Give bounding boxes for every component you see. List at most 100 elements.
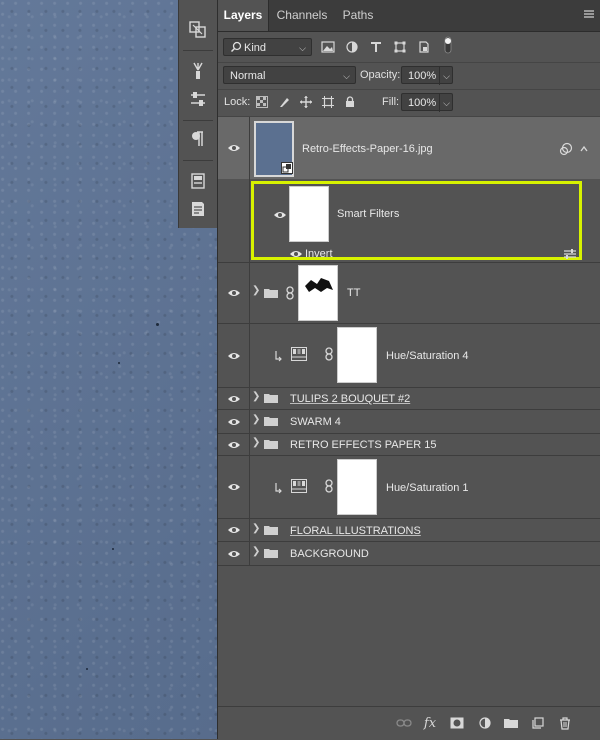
hue-saturation-icon[interactable] [291, 478, 307, 494]
visibility-eye-icon[interactable] [218, 519, 250, 541]
tab-layers[interactable]: Layers [218, 0, 269, 31]
layer-name[interactable]: TT [347, 287, 360, 299]
invert-filter-eye-icon[interactable] [288, 246, 304, 262]
panel-menu-icon[interactable] [583, 8, 595, 20]
eye-cell-empty [218, 179, 250, 262]
new-layer-icon[interactable] [530, 715, 546, 731]
new-adjustment-layer-icon[interactable] [477, 715, 493, 731]
smart-filter-mask-thumbnail[interactable] [289, 186, 329, 242]
smart-filters-eye-icon[interactable] [272, 207, 288, 223]
pixel-layer-filter-icon[interactable] [320, 39, 336, 55]
filter-row: Kind ⌵ [218, 32, 600, 63]
layer-hue-saturation-4[interactable]: Hue/Saturation 4 [218, 324, 600, 388]
tab-channels[interactable]: Channels [272, 0, 332, 31]
type-layer-filter-icon[interactable] [368, 39, 384, 55]
lock-all-icon[interactable] [342, 94, 358, 110]
notes-icon[interactable] [185, 196, 211, 222]
layers-bottom-bar: fx [218, 706, 600, 740]
properties-panel-icon[interactable] [185, 168, 211, 194]
layer-name[interactable]: TULIPS 2 BOUQUET #2 [290, 393, 410, 405]
layer-group-retro-effects-paper-15[interactable]: ❯ RETRO EFFECTS PAPER 15 [218, 434, 600, 456]
visibility-eye-icon[interactable] [218, 542, 250, 565]
tool-divider [183, 120, 213, 121]
smart-filters-label[interactable]: Smart Filters [337, 208, 399, 220]
layer-name[interactable]: RETRO EFFECTS PAPER 15 [290, 439, 437, 451]
fill-input[interactable]: 100% ⌵ [401, 93, 453, 112]
layer-name[interactable]: Hue/Saturation 1 [386, 482, 469, 494]
new-group-folder-icon[interactable] [503, 715, 519, 731]
visibility-eye-icon[interactable] [218, 263, 250, 323]
add-mask-icon[interactable] [449, 715, 465, 731]
blend-row: Normal ⌵ Opacity: 100% ⌵ [218, 63, 600, 90]
layer-name[interactable]: BACKGROUND [290, 548, 369, 560]
canvas-speck [112, 548, 114, 550]
filter-mask-link-icon [558, 141, 574, 157]
paragraph-icon[interactable] [185, 126, 211, 152]
folder-icon [264, 549, 278, 558]
layer-group-floral-illustrations[interactable]: ❯ FLORAL ILLUSTRATIONS [218, 519, 600, 542]
layer-tt[interactable]: ❯ TT [218, 263, 600, 324]
smart-filters-group: Smart Filters Invert [218, 179, 600, 263]
layer-mask-thumbnail[interactable] [337, 327, 377, 383]
filter-toggle-icon[interactable] [440, 36, 456, 54]
lock-position-icon[interactable] [298, 94, 314, 110]
link-layers-icon[interactable] [396, 715, 412, 731]
visibility-eye-icon[interactable] [218, 388, 250, 409]
lock-row: Lock: Fill: 100% ⌵ [218, 90, 600, 117]
layer-name[interactable]: Retro-Effects-Paper-16.jpg [302, 143, 433, 155]
invert-filter-label[interactable]: Invert [305, 248, 333, 260]
visibility-eye-icon[interactable] [218, 117, 250, 179]
opacity-value: 100% [408, 70, 437, 82]
lock-transparent-pixels-icon[interactable] [254, 94, 270, 110]
layer-group-tulips-2-bouquet-2[interactable]: ❯ TULIPS 2 BOUQUET #2 [218, 388, 600, 410]
layer-group-background[interactable]: ❯ BACKGROUND [218, 542, 600, 566]
folder-icon [264, 289, 278, 298]
filter-blending-options-icon[interactable] [562, 246, 578, 262]
clipping-mask-arrow-icon [270, 480, 286, 496]
adjustment-layer-filter-icon[interactable] [344, 39, 360, 55]
blend-mode-value: Normal [230, 70, 266, 82]
layer-style-fx-button[interactable]: fx [422, 715, 438, 731]
shape-layer-filter-icon[interactable] [392, 39, 408, 55]
layer-name[interactable]: SWARM 4 [290, 416, 341, 428]
visibility-eye-icon[interactable] [218, 324, 250, 387]
link-icon[interactable] [282, 285, 298, 301]
opacity-input[interactable]: 100% ⌵ [401, 66, 453, 85]
lock-artboard-icon[interactable] [320, 94, 336, 110]
adjustment-sliders-icon[interactable] [185, 86, 211, 112]
layer-mask-thumbnail[interactable] [337, 459, 377, 515]
link-icon[interactable] [321, 346, 337, 362]
layer-name[interactable]: FLORAL ILLUSTRATIONS [290, 525, 421, 537]
filter-kind-label: Kind [244, 42, 267, 54]
visibility-eye-icon[interactable] [218, 456, 250, 518]
layer-mask-thumbnail[interactable] [298, 265, 338, 321]
visibility-eye-icon[interactable] [218, 434, 250, 455]
delete-layer-trash-icon[interactable] [557, 715, 573, 731]
panel-tabs: Layers Channels Paths [218, 0, 600, 32]
expand-arrow-icon[interactable]: ❯ [252, 414, 260, 425]
brush-presets-icon[interactable] [185, 58, 211, 84]
visibility-eye-icon[interactable] [218, 410, 250, 433]
smart-filters-highlight: Smart Filters Invert [251, 181, 582, 260]
layer-group-swarm-4[interactable]: ❯ SWARM 4 [218, 410, 600, 434]
expand-arrow-icon[interactable]: ❯ [252, 437, 260, 448]
tool-divider [183, 50, 213, 51]
hue-saturation-icon[interactable] [291, 346, 307, 362]
tab-paths[interactable]: Paths [338, 0, 378, 31]
blend-mode-select[interactable]: Normal ⌵ [223, 66, 356, 84]
chevron-down-icon[interactable]: ⌵ [439, 67, 450, 85]
chevron-up-icon[interactable] [576, 141, 592, 157]
history-brush-icon[interactable] [185, 16, 211, 42]
layer-name[interactable]: Hue/Saturation 4 [386, 350, 469, 362]
chevron-down-icon[interactable]: ⌵ [439, 94, 450, 112]
layer-hue-saturation-1[interactable]: Hue/Saturation 1 [218, 456, 600, 519]
expand-arrow-icon[interactable]: ❯ [252, 285, 260, 296]
link-icon[interactable] [321, 478, 337, 494]
layer-retro-effects-paper-16[interactable]: Retro-Effects-Paper-16.jpg [218, 117, 600, 180]
expand-arrow-icon[interactable]: ❯ [252, 523, 260, 534]
canvas-speck [156, 323, 159, 326]
lock-image-pixels-icon[interactable] [276, 94, 292, 110]
expand-arrow-icon[interactable]: ❯ [252, 391, 260, 402]
expand-arrow-icon[interactable]: ❯ [252, 546, 260, 557]
smart-object-filter-icon[interactable] [416, 39, 432, 55]
